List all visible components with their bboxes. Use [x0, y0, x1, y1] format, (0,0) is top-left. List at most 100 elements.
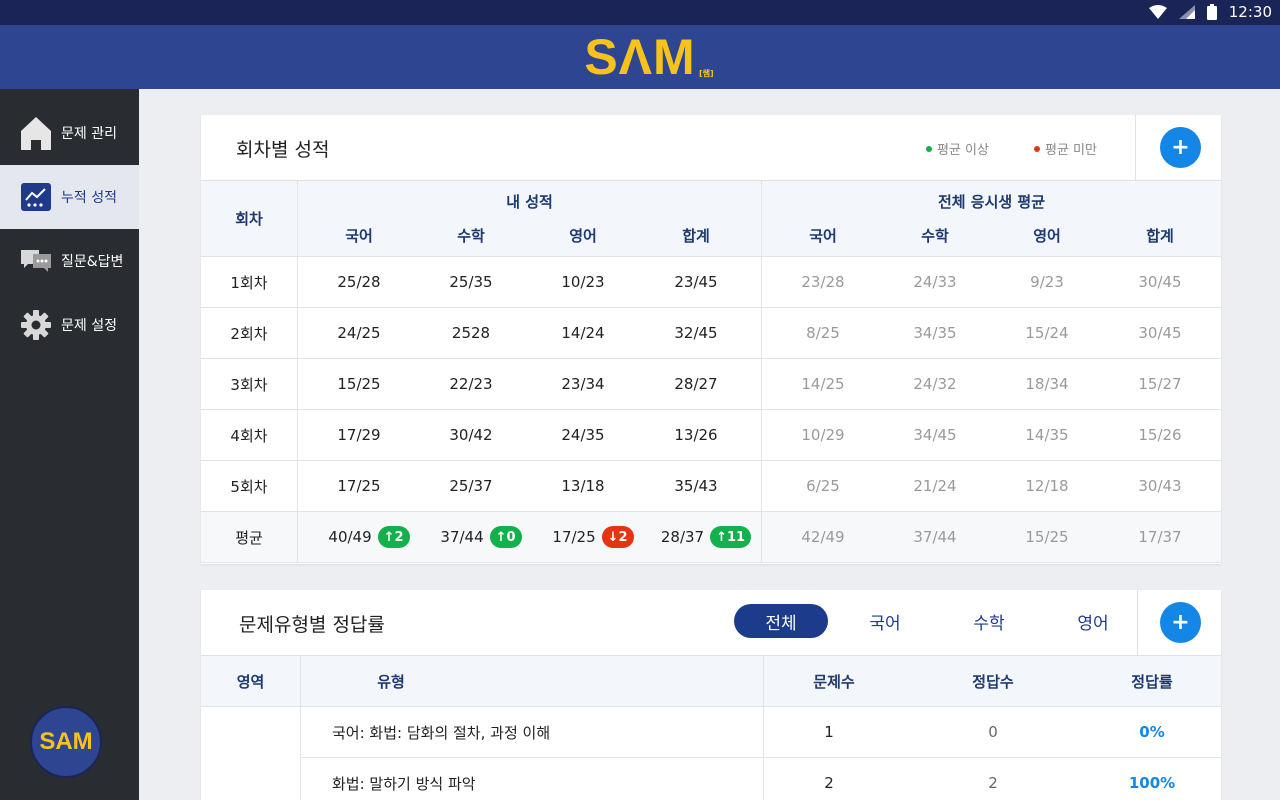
my-average-cell: 17/25 ↓ 2	[537, 512, 649, 562]
tab-all[interactable]: 전체	[734, 604, 828, 638]
card-header: 회차별 성적 평균 이상 평균 미만 +	[201, 115, 1221, 181]
my-score-cell: 32/45	[674, 324, 718, 342]
all-average-cell: 18/34	[1025, 375, 1069, 393]
all-average-cell: 34/45	[913, 426, 957, 444]
change-value: 2	[618, 529, 628, 545]
tab-math[interactable]: 수학	[942, 604, 1036, 638]
sidebar-item-cumulative-score[interactable]: 누적 성적	[0, 165, 139, 229]
sidebar-item-problem-settings[interactable]: 문제 설정	[0, 293, 139, 357]
arrow-up-icon: ↑	[716, 529, 728, 545]
home-icon	[20, 117, 52, 150]
my-score-cell: 23/34	[561, 375, 605, 393]
table-header: 회차 내 성적 전체 응시생 평균 국어 국어 수학 수학 영어 영어 합계 합계	[201, 181, 1221, 257]
score-by-round-card: 회차별 성적 평균 이상 평균 미만 + 회차 내 성적 전체 응시생 평균 국…	[201, 115, 1221, 564]
correct-cell: 0	[988, 723, 998, 741]
arrow-up-icon: ↑	[495, 529, 507, 545]
column-header-type: 유형	[377, 673, 405, 691]
app-logo: SΛM [쌤]	[584, 29, 714, 85]
my-score-cell: 30/42	[449, 426, 493, 444]
sidebar-item-problem-management[interactable]: 문제 관리	[0, 101, 139, 165]
my-score-cell: 14/24	[561, 324, 605, 342]
my-subject-header: 영어	[569, 226, 597, 245]
chat-icon	[20, 245, 52, 277]
all-average-cell: 15/25	[1025, 528, 1069, 546]
column-header-rate: 정답률	[1131, 673, 1173, 691]
signal-icon	[1178, 5, 1195, 19]
tab-korean[interactable]: 국어	[838, 604, 932, 638]
my-average-cell: 40/49 ↑ 2	[313, 512, 425, 562]
count-cell: 1	[824, 723, 834, 741]
round-label: 4회차	[201, 410, 298, 460]
all-subject-header: 국어	[809, 226, 837, 245]
sidebar-item-qna[interactable]: 질문&답변	[0, 229, 139, 293]
sidebar: 문제 관리 누적 성적 질문&답변 문제 설정 SAM	[0, 89, 139, 800]
chart-icon	[20, 181, 52, 213]
tab-english[interactable]: 영어	[1046, 604, 1140, 638]
my-score-cell: 22/23	[449, 375, 493, 393]
my-average-cell: 37/44 ↑ 0	[425, 512, 537, 562]
all-average-cell: 21/24	[913, 477, 957, 495]
my-score-cell: 13/26	[674, 426, 718, 444]
my-score-cell: 10/23	[561, 273, 605, 291]
gear-icon	[20, 309, 52, 341]
all-average-cell: 24/32	[913, 375, 957, 393]
add-button[interactable]: +	[1160, 602, 1201, 643]
column-header-my-score: 내 성적	[506, 192, 553, 211]
all-subject-header: 합계	[1146, 226, 1174, 245]
all-average-cell: 15/26	[1138, 426, 1182, 444]
add-button[interactable]: +	[1160, 127, 1201, 168]
my-score-cell: 24/25	[337, 324, 381, 342]
my-score-cell: 25/37	[449, 477, 493, 495]
all-average-cell: 15/27	[1138, 375, 1182, 393]
all-average-cell: 42/49	[801, 528, 845, 546]
all-average-cell: 8/25	[806, 324, 840, 342]
rate-cell: 100%	[1128, 774, 1176, 792]
all-subject-header: 수학	[921, 226, 949, 245]
average-row: 평균 40/49 ↑ 2 37/44 ↑ 0 17/25 ↓ 2 28/37 ↑ 11 42/49 37/4…	[201, 512, 1221, 563]
my-average-cell: 28/37 ↑ 11	[650, 512, 762, 562]
legend-below-average: 평균 미만	[1034, 139, 1097, 158]
table-row: 국어: 화법: 담화의 절차, 과정 이해 1 0 0%	[201, 707, 1221, 758]
table-row: 화법: 말하기 방식 파악 2 2 100%	[201, 758, 1221, 800]
my-subject-header: 수학	[457, 226, 485, 245]
table-header: 영역 유형 문제수 정답수 정답률	[201, 656, 1221, 707]
status-bar: 12:30	[0, 0, 1280, 25]
arrow-up-icon: ↑	[383, 529, 395, 545]
all-average-cell: 6/25	[806, 477, 840, 495]
table-row: 3회차 15/25 22/23 23/34 28/27 14/25 24/32 18/34 15…	[201, 359, 1221, 410]
my-subject-header: 국어	[345, 226, 373, 245]
rate-cell: 0%	[1139, 723, 1165, 741]
column-header-all-average: 전체 응시생 평균	[937, 192, 1046, 211]
type-cell: 화법: 말하기 방식 파악	[332, 774, 476, 793]
table-row: 1회차 25/28 25/35 10/23 23/45 23/28 24/33 9/23 30/…	[201, 257, 1221, 308]
table-row: 5회차 17/25 25/37 13/18 35/43 6/25 21/24 12/18 30/…	[201, 461, 1221, 512]
card-title: 문제유형별 정답률	[239, 614, 385, 636]
average-value: 17/25	[552, 528, 596, 546]
my-score-cell: 24/35	[561, 426, 605, 444]
average-value: 40/49	[328, 528, 372, 546]
all-subject-header: 영어	[1033, 226, 1061, 245]
all-average-cell: 24/33	[913, 273, 957, 291]
all-average-cell: 12/18	[1025, 477, 1069, 495]
round-label: 5회차	[201, 461, 298, 511]
sam-badge-logo: SAM	[30, 706, 102, 778]
change-badge: ↓ 2	[601, 526, 634, 548]
my-score-cell: 15/25	[337, 375, 381, 393]
all-average-cell: 30/43	[1138, 477, 1182, 495]
all-average-cell: 30/45	[1138, 273, 1182, 291]
all-average-cell: 30/45	[1138, 324, 1182, 342]
count-cell: 2	[824, 774, 834, 792]
my-score-cell: 17/25	[337, 477, 381, 495]
change-badge: ↑ 0	[489, 526, 522, 548]
my-score-cell: 25/35	[449, 273, 493, 291]
my-score-cell: 25/28	[337, 273, 381, 291]
my-score-cell: 13/18	[561, 477, 605, 495]
card-header: 문제유형별 정답률 전체 국어 수학 영어 +	[201, 590, 1221, 656]
average-value: 37/44	[440, 528, 484, 546]
all-average-cell: 14/35	[1025, 426, 1069, 444]
card-title: 회차별 성적	[236, 139, 330, 161]
my-score-cell: 2528	[451, 324, 491, 342]
all-average-cell: 10/29	[801, 426, 845, 444]
type-cell: 국어: 화법: 담화의 절차, 과정 이해	[332, 723, 551, 742]
table-row: 2회차 24/25 2528 14/24 32/45 8/25 34/35 15/24 30/4…	[201, 308, 1221, 359]
